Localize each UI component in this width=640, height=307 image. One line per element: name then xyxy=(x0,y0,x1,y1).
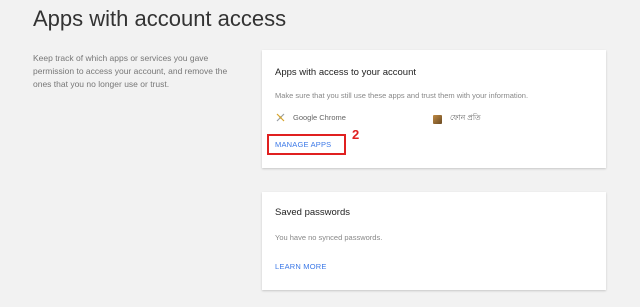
app-name: ফোন প্রতি xyxy=(450,113,481,122)
apps-card-title: Apps with access to your account xyxy=(275,67,416,78)
page-title: Apps with account access xyxy=(33,6,287,31)
saved-passwords-card: Saved passwords You have no synced passw… xyxy=(262,192,606,290)
app-item-other: ফোন প্রতি xyxy=(433,113,481,125)
passwords-card-hint: You have no synced passwords. xyxy=(275,233,383,242)
chrome-icon xyxy=(276,113,285,122)
page-description: Keep track of which apps or services you… xyxy=(33,53,228,89)
app-name: Google Chrome xyxy=(293,113,346,122)
manage-apps-link[interactable]: MANAGE APPS xyxy=(275,140,331,149)
learn-more-link[interactable]: LEARN MORE xyxy=(275,262,327,271)
step-number-annotation: 2 xyxy=(352,127,360,142)
apps-card-hint: Make sure that you still use these apps … xyxy=(275,91,529,100)
app-thumbnail-icon xyxy=(433,114,442,124)
passwords-card-title: Saved passwords xyxy=(275,207,350,218)
app-item-google-chrome: Google Chrome xyxy=(276,113,346,122)
